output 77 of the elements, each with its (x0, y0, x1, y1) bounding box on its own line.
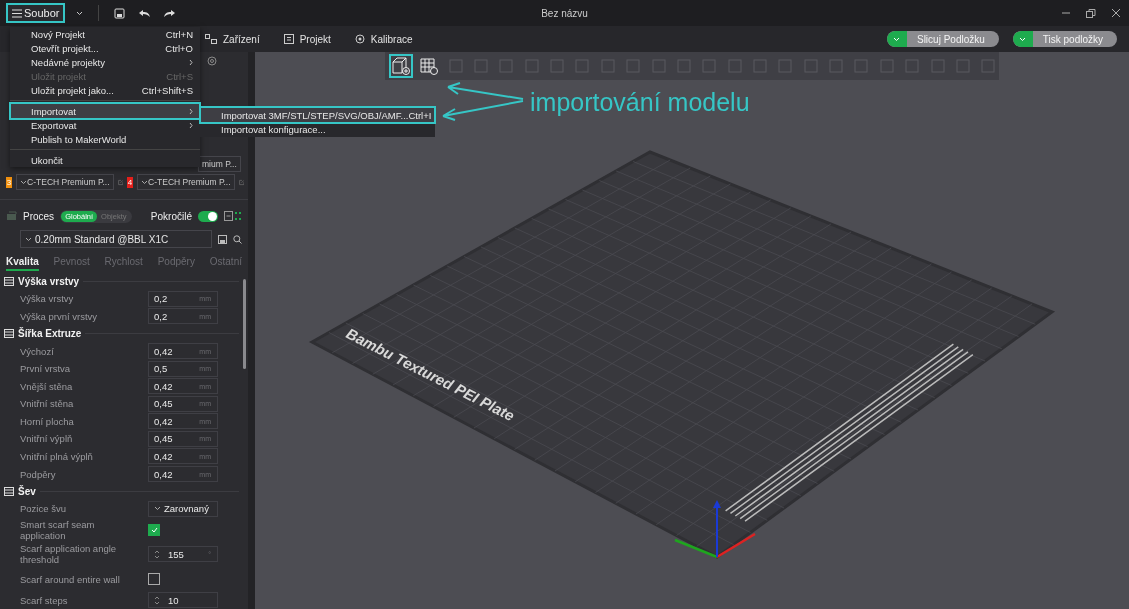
setting-label: Smart scarf seam application (20, 518, 96, 541)
setting-label: Vnitřní plná výplň (20, 450, 94, 462)
chevron-down-icon (25, 236, 32, 242)
edit-icon[interactable] (117, 177, 123, 187)
target-icon (354, 34, 365, 44)
close-icon[interactable] (1109, 8, 1123, 18)
advanced-label: Pokročilé (150, 210, 192, 222)
setting-label: První vrstva (20, 363, 72, 375)
chevron-down-icon (76, 10, 84, 16)
scrollbar[interactable] (243, 279, 246, 369)
section-icon (4, 486, 14, 496)
setting-label: Horní plocha (20, 415, 75, 427)
section-title: Šířka Extruze (18, 328, 82, 340)
setting-label: Výška vrstvy (20, 293, 75, 305)
menu-icon (12, 8, 22, 18)
setting-label: Vnější stěna (20, 380, 74, 392)
settings-icon[interactable] (207, 56, 217, 66)
filament-field[interactable]: C-TECH Premium P... (137, 174, 235, 190)
edit-icon[interactable] (238, 177, 244, 187)
chevron-down-icon (141, 179, 149, 185)
setting-label: Vnitřní výplň (20, 433, 74, 445)
menu-item[interactable]: Importovat konfigurace... (201, 122, 434, 136)
document-icon (283, 34, 294, 44)
chevron-down-icon (893, 36, 901, 42)
menu-item[interactable]: Otevřít projekt... Ctrl+O (11, 41, 199, 55)
chevron-right-icon (189, 58, 193, 66)
section-title: Šev (18, 485, 36, 497)
setting-label: Výška první vrstvy (20, 310, 99, 322)
stepper-icon[interactable] (154, 595, 160, 605)
section-icon (4, 277, 14, 287)
setting-label: Výchozí (20, 345, 55, 357)
setting-label: Scarf steps (20, 594, 69, 606)
menu-item[interactable]: Nedávné projekty (11, 55, 199, 69)
setting-label: Vnitřní stěna (20, 398, 75, 410)
setting-label: Pozice švu (20, 503, 67, 515)
cube-plus-icon[interactable] (389, 54, 413, 78)
setting-label: Podpěry (20, 468, 57, 480)
menu-item[interactable]: Nový Projekt Ctrl+N (11, 27, 199, 41)
section-title: Výška vrstvy (18, 276, 80, 288)
menu-item[interactable]: Importovat 3MF/STL/STEP/SVG/OBJ/AMF...Ctrl+I (201, 108, 434, 122)
search-icon[interactable] (233, 234, 242, 244)
layers-icon (6, 211, 17, 221)
filament-number: 4 (127, 176, 134, 188)
menu-item[interactable]: Uložit projekt jako... Ctrl+Shift+S (11, 83, 199, 97)
chevron-down-icon (20, 179, 28, 185)
axes-icon (674, 500, 756, 559)
filament-number: 3 (6, 176, 13, 188)
chevron-down-icon (1019, 36, 1027, 42)
compare-icon[interactable] (224, 211, 242, 221)
restore-icon[interactable] (1083, 8, 1099, 18)
spinner-field[interactable]: 10 (148, 592, 218, 609)
window-title: Bez názvu (541, 7, 588, 19)
nav-tab[interactable]: Zařízení (205, 33, 260, 45)
section-title: Proces (23, 210, 55, 222)
menu-item[interactable]: Ukončit (11, 153, 199, 167)
device-icon (205, 34, 217, 44)
select-field[interactable]: Zarovnaný (148, 500, 218, 517)
menu-item[interactable]: Importovat (11, 104, 199, 118)
save-icon[interactable] (218, 234, 227, 244)
checkbox[interactable] (148, 523, 160, 536)
section-icon (4, 329, 14, 339)
annotation-text: importování modelu (530, 88, 750, 117)
nav-tab[interactable]: Projekt (283, 33, 331, 45)
checkbox[interactable] (148, 573, 160, 586)
nav-tab[interactable]: Kalibrace (354, 33, 413, 45)
chevron-down-icon (154, 506, 161, 512)
stepper-icon[interactable] (154, 549, 160, 559)
setting-label: Scarf application angle threshold (20, 543, 118, 566)
file-menu-button[interactable]: Soubor (6, 3, 66, 23)
menu-item[interactable]: Exportovat (11, 118, 199, 132)
setting-label: Scarf around entire wall (20, 573, 121, 585)
advanced-switch[interactable] (198, 210, 218, 222)
filament-field[interactable]: C-TECH Premium P... (16, 174, 114, 190)
preset-dropdown[interactable]: 0.20mm Standard @BBL X1C (20, 230, 212, 248)
menu-item[interactable]: Publish to MakerWorld (11, 132, 199, 146)
check-icon (150, 526, 158, 533)
settings-tab[interactable]: Kvalita (6, 254, 39, 271)
